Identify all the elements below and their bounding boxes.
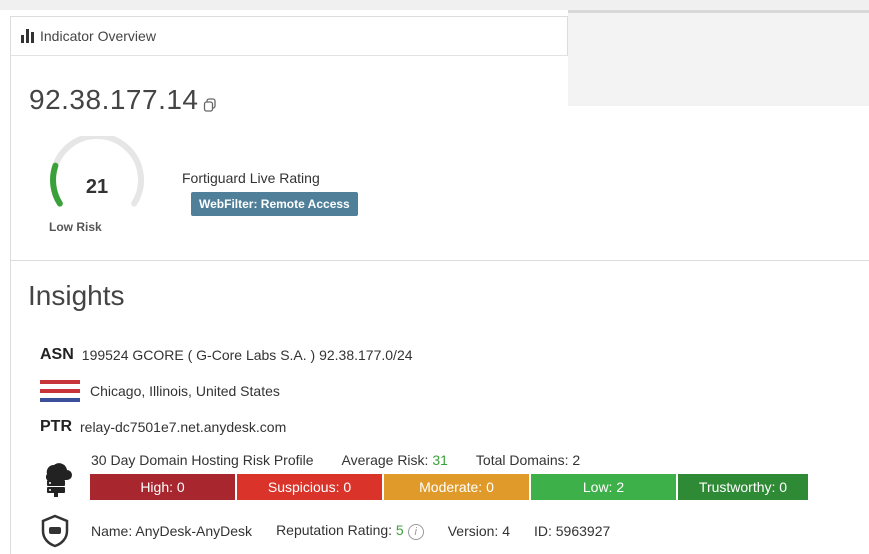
shield-icon xyxy=(41,514,69,548)
panel-title: Indicator Overview xyxy=(40,28,156,44)
risk-segment[interactable]: High: 0 xyxy=(90,474,235,500)
asn-text: 199524 GCORE ( G-Core Labs S.A. ) 92.38.… xyxy=(81,347,413,363)
app-id: ID: 5963927 xyxy=(533,523,611,539)
bar-chart-icon xyxy=(21,29,34,43)
hosting-risk-title: 30 Day Domain Hosting Risk Profile xyxy=(91,452,314,468)
rating-title: Fortiguard Live Rating xyxy=(182,170,320,186)
app-info-row: Name: AnyDesk-AnyDesk Reputation Rating:… xyxy=(91,522,610,540)
hosting-risk-header: 30 Day Domain Hosting Risk Profile Avera… xyxy=(91,452,580,468)
risk-distribution-bar: High: 0 Suspicious: 0 Moderate: 0 Low: 2 Tru… xyxy=(90,474,810,500)
total-domains: Total Domains: 2 xyxy=(475,452,581,468)
ptr-text: relay-dc7501e7.net.anydesk.com xyxy=(80,419,287,435)
rating-badge: WebFilter: Remote Access xyxy=(191,192,358,216)
average-risk: Average Risk: 31 xyxy=(341,452,448,468)
risk-label: Low Risk xyxy=(49,220,102,234)
ptr-row: PTR relay-dc7501e7.net.anydesk.com xyxy=(40,418,286,436)
ptr-tag: PTR xyxy=(40,418,72,435)
us-flag-icon xyxy=(40,380,80,403)
risk-segment[interactable]: Moderate: 0 xyxy=(384,474,529,500)
indicator-panel: Indicator Overview 92.38.177.14 21 Low R… xyxy=(0,10,869,554)
asn-tag: ASN xyxy=(40,346,74,363)
insights-heading: Insights xyxy=(28,280,125,311)
app-name: Name: AnyDesk-AnyDesk xyxy=(91,523,253,539)
location-row: Chicago, Illinois, United States xyxy=(40,380,280,403)
asn-row: ASN 199524 GCORE ( G-Core Labs S.A. ) 92… xyxy=(40,346,413,364)
insights-border xyxy=(10,260,11,554)
risk-score: 21 xyxy=(85,176,109,198)
indicator-card: 92.38.177.14 21 Low Risk Fortiguard Live… xyxy=(10,56,869,260)
risk-segment[interactable]: Low: 2 xyxy=(531,474,676,500)
copy-icon[interactable] xyxy=(203,98,217,112)
risk-segment[interactable]: Trustworthy: 0 xyxy=(678,474,808,500)
info-icon[interactable]: i xyxy=(407,524,424,540)
section-divider xyxy=(10,260,869,261)
location-text: Chicago, Illinois, United States xyxy=(90,383,280,399)
top-background xyxy=(0,0,869,10)
reputation-rating: Reputation Rating: 5i xyxy=(276,522,424,540)
server-cloud-icon xyxy=(46,463,72,497)
app-version: Version: 4 xyxy=(447,523,510,539)
risk-segment[interactable]: Suspicious: 0 xyxy=(237,474,382,500)
risk-gauge: 21 xyxy=(41,133,153,216)
panel-header: Indicator Overview xyxy=(10,16,568,56)
ip-address: 92.38.177.14 xyxy=(29,84,199,115)
